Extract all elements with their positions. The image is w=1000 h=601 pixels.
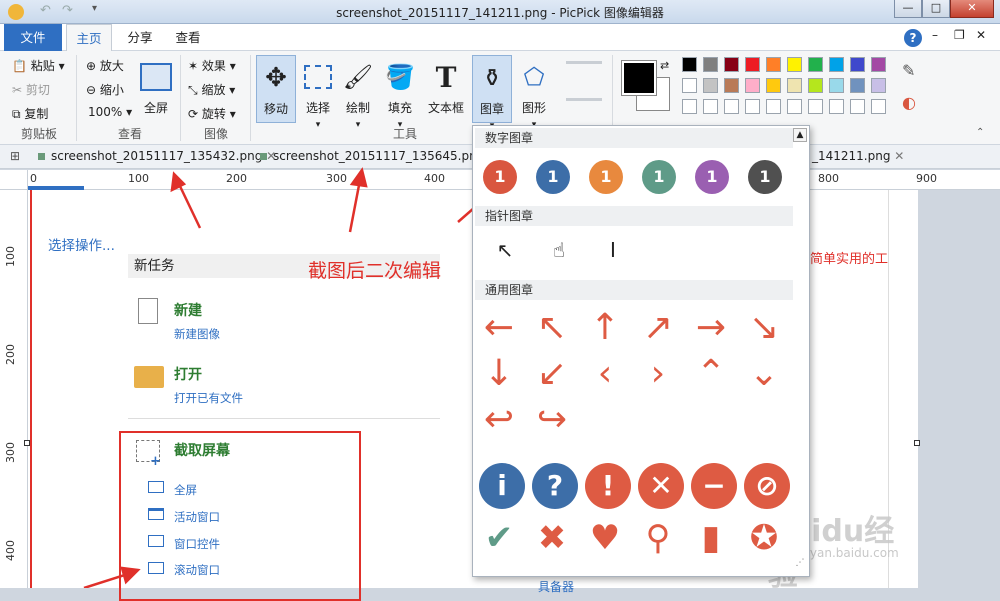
arrow-stamp[interactable]: ↙ (532, 354, 572, 394)
arrow-stamp[interactable]: ↘ (744, 308, 784, 348)
stamp-dropdown-panel: 数字图章 ▲ 111111 指针图章 ↖ ☝ Ⅰ 通用图章 ← ↖ ↑ ↗ → ↘ ↓ ↙ ‹ › ⌃ ⌄… (472, 125, 810, 577)
misc-stamp[interactable]: ♥ (585, 518, 625, 558)
arrow-stamp[interactable]: ⌄ (744, 354, 784, 394)
symbol-stamp[interactable]: ✕ (638, 463, 684, 509)
symbol-stamp[interactable]: i (479, 463, 525, 509)
symbol-stamp-row: i?! ✕ − ⊘ (479, 463, 793, 509)
misc-stamp[interactable]: ✖ (532, 518, 572, 558)
arrow-head (170, 171, 187, 193)
arrow-stamp[interactable]: ← (479, 308, 519, 348)
symbol-stamp[interactable]: ! (585, 463, 631, 509)
arrow-head (349, 167, 368, 188)
number-stamp-row: 111111 (483, 160, 793, 194)
arrow-stamp[interactable]: ‹ (585, 354, 625, 394)
misc-stamp-row: ✔ ✖ ♥ ⚲ ▮ ✪ (479, 518, 793, 558)
number-stamp[interactable]: 1 (642, 160, 676, 194)
symbol-stamp[interactable]: ? (532, 463, 578, 509)
arrow-stamp[interactable]: ↪ (532, 400, 572, 440)
symbol-stamp[interactable]: ⊘ (744, 463, 790, 509)
arrow-stamp[interactable]: ⌃ (691, 354, 731, 394)
section-number-stamps: 数字图章 (475, 128, 793, 148)
arrow-stamp[interactable]: ↩ (479, 400, 519, 440)
pointer-stamp-row: ↖ ☝ Ⅰ (493, 238, 653, 262)
misc-stamp[interactable]: ✔ (479, 518, 519, 558)
arrow-head (120, 566, 141, 585)
number-stamp[interactable]: 1 (536, 160, 570, 194)
section-common-stamps: 通用图章 (475, 280, 793, 300)
arrow-stamp[interactable]: ↑ (585, 308, 625, 348)
misc-stamp[interactable]: ▮ (691, 518, 731, 558)
annotation-arrow (348, 179, 362, 233)
arrow-stamp-grid: ← ↖ ↑ ↗ → ↘ ↓ ↙ ‹ › ⌃ ⌄ ↩ ↪ (479, 308, 793, 440)
arrow-stamp[interactable]: ↓ (479, 354, 519, 394)
misc-stamp[interactable]: ✪ (744, 518, 784, 558)
symbol-stamp[interactable]: − (691, 463, 737, 509)
annotation-arrow (176, 181, 202, 229)
arrow-stamp[interactable]: › (638, 354, 678, 394)
scroll-up-icon[interactable]: ▲ (793, 128, 807, 142)
misc-stamp[interactable]: ⚲ (638, 518, 678, 558)
pointer-stamp[interactable]: ☝ (547, 238, 571, 262)
number-stamp[interactable]: 1 (589, 160, 623, 194)
section-pointer-stamps: 指针图章 (475, 206, 793, 226)
arrow-stamp[interactable]: ↖ (532, 308, 572, 348)
arrow-stamp[interactable]: → (691, 308, 731, 348)
resize-grip-icon[interactable]: ⋰ (793, 558, 807, 572)
number-stamp[interactable]: 1 (748, 160, 782, 194)
annotation-arrow (83, 572, 129, 588)
pointer-stamp[interactable]: Ⅰ (601, 238, 625, 262)
pointer-stamp[interactable]: ↖ (493, 238, 517, 262)
number-stamp[interactable]: 1 (483, 160, 517, 194)
arrow-stamp[interactable]: ↗ (638, 308, 678, 348)
number-stamp[interactable]: 1 (695, 160, 729, 194)
